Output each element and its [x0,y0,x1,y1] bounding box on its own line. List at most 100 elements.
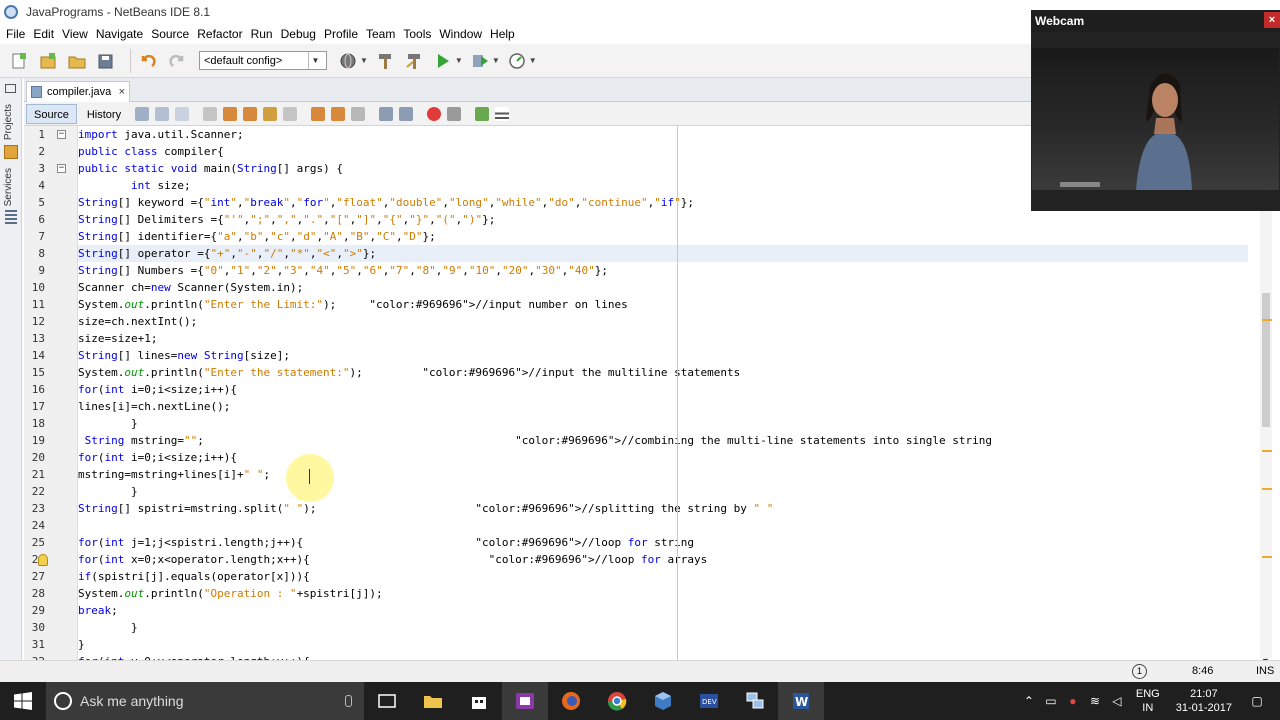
warning-marker[interactable] [1262,450,1272,452]
menu-source[interactable]: Source [147,24,193,44]
menu-view[interactable]: View [58,24,92,44]
menu-profile[interactable]: Profile [320,24,362,44]
undo-icon[interactable] [137,50,159,72]
fold-collapse-icon[interactable]: − [57,164,66,173]
action-center-icon[interactable]: ▢ [1246,694,1268,708]
firefox-icon[interactable] [548,682,594,720]
toggle-bookmark-icon[interactable] [351,106,366,121]
code-line[interactable]: for(int x=0;x<operator.length;x++){ "col… [78,551,707,568]
back-icon[interactable] [155,106,170,121]
stop-macro-icon[interactable] [447,106,462,121]
media-app-icon[interactable] [502,682,548,720]
redo-icon[interactable] [166,50,188,72]
menu-window[interactable]: Window [435,24,486,44]
code-line[interactable]: break; [78,602,118,619]
code-line[interactable]: String[] spistri=mstring.split(" "); "co… [78,500,773,517]
check-code-icon[interactable] [475,106,490,121]
code-line[interactable]: for(int i=0;i<size;i++){ [78,381,237,398]
code-line[interactable]: String[] Numbers ={"0","1","2","3","4","… [78,262,608,279]
previous-bookmark-icon[interactable] [311,106,326,121]
tab-source[interactable]: Source [26,103,77,124]
virtualbox-icon[interactable] [640,682,686,720]
microphone-icon[interactable] [345,695,352,707]
language-indicator[interactable]: ENG IN [1136,687,1160,715]
code-line[interactable]: for(int j=1;j<spistri.length;j++){ "colo… [78,534,694,551]
code-line[interactable]: mstring=mstring+lines[i]+" "; [78,466,270,483]
code-line[interactable]: } [78,483,138,500]
code-line[interactable]: String mstring=""; "color:#969696">//com… [78,432,992,449]
webcam-window[interactable]: Webcam × [1031,10,1280,211]
fold-collapse-icon[interactable]: − [57,130,66,139]
shift-right-icon[interactable] [399,106,414,121]
find-previous-icon[interactable] [223,106,238,121]
code-line[interactable]: } [78,636,85,653]
close-icon[interactable]: × [119,86,125,98]
next-bookmark-icon[interactable] [331,106,346,121]
volume-icon[interactable]: ◁ [1106,694,1128,708]
code-line[interactable]: if(spistri[j].equals(operator[x])){ [78,568,310,585]
new-file-icon[interactable] [8,50,30,72]
menu-tools[interactable]: Tools [399,24,435,44]
window-restore-icon[interactable] [5,84,16,93]
word-icon[interactable]: W [778,682,824,720]
code-line[interactable]: for(int y=0;y<operator.length;y++){ [78,653,310,660]
menu-edit[interactable]: Edit [29,24,58,44]
menu-help[interactable]: Help [486,24,519,44]
debug-icon[interactable] [469,50,491,72]
code-line[interactable]: import java.util.Scanner; [78,126,244,143]
menu-team[interactable]: Team [362,24,399,44]
code-line[interactable]: String[] identifier={"a","b","c","d","A"… [78,228,436,245]
code-line[interactable]: String[] lines=new String[size]; [78,347,290,364]
code-line[interactable]: size=ch.nextInt(); [78,313,197,330]
toggle-highlight-icon[interactable] [263,106,278,121]
dropdown-arrow-icon[interactable]: ▼ [360,56,368,65]
code-line[interactable]: String[] operator ={"+","-","/","*","<",… [78,245,1248,262]
globe-icon[interactable] [337,50,359,72]
menu-file[interactable]: File [2,24,29,44]
wifi-icon[interactable]: ≋ [1084,694,1106,708]
close-icon[interactable]: × [1264,12,1280,28]
task-view-icon[interactable] [364,682,410,720]
start-macro-icon[interactable] [427,106,442,121]
code-line[interactable]: String[] Delimiters ={"'",";",",",".","[… [78,211,495,228]
dropdown-arrow-icon[interactable]: ▼ [455,56,463,65]
scrollbar-thumb[interactable] [1262,293,1270,427]
chrome-icon[interactable] [594,682,640,720]
find-next-icon[interactable] [243,106,258,121]
forward-icon[interactable] [175,106,190,121]
battery-icon[interactable]: ▭ [1040,694,1062,708]
services-tab[interactable]: Services [3,168,14,206]
code-line[interactable]: System.out.println("Enter the Limit:"); … [78,296,628,313]
dev-cpp-icon[interactable]: DEV [686,682,732,720]
shift-left-icon[interactable] [379,106,394,121]
diff-icon[interactable] [495,106,510,121]
file-explorer-icon[interactable] [410,682,456,720]
code-line[interactable]: public static void main(String[] args) { [78,160,343,177]
warning-marker[interactable] [1262,488,1272,490]
code-line[interactable]: size=size+1; [78,330,157,347]
dropdown-arrow-icon[interactable]: ▼ [529,56,537,65]
clean-build-icon[interactable] [403,50,425,72]
clock[interactable]: 21:07 31-01-2017 [1176,687,1232,715]
toggle-rectangular-icon[interactable] [283,106,298,121]
find-icon[interactable] [203,106,218,121]
menu-refactor[interactable]: Refactor [193,24,246,44]
warning-marker[interactable] [1262,319,1272,321]
store-icon[interactable] [456,682,502,720]
menu-debug[interactable]: Debug [277,24,320,44]
chevron-up-icon[interactable]: ⌃ [1018,694,1040,708]
lightbulb-hint-icon[interactable] [38,554,48,566]
dropdown-arrow-icon[interactable]: ▼ [492,56,500,65]
warning-marker[interactable] [1262,556,1272,558]
menu-navigate[interactable]: Navigate [92,24,147,44]
code-line[interactable]: } [78,415,138,432]
config-dropdown[interactable]: <default config> ▼ [199,51,327,70]
code-line[interactable]: Scanner ch=new Scanner(System.in); [78,279,303,296]
projects-tab[interactable]: Projects [3,104,14,140]
notifications-icon[interactable]: 1 [1132,664,1147,679]
cortana-search-box[interactable]: Ask me anything [46,682,364,720]
start-button[interactable] [0,682,46,720]
tab-history[interactable]: History [79,104,129,124]
files-icon[interactable] [4,145,18,159]
code-line[interactable]: public class compiler{ [78,143,224,160]
